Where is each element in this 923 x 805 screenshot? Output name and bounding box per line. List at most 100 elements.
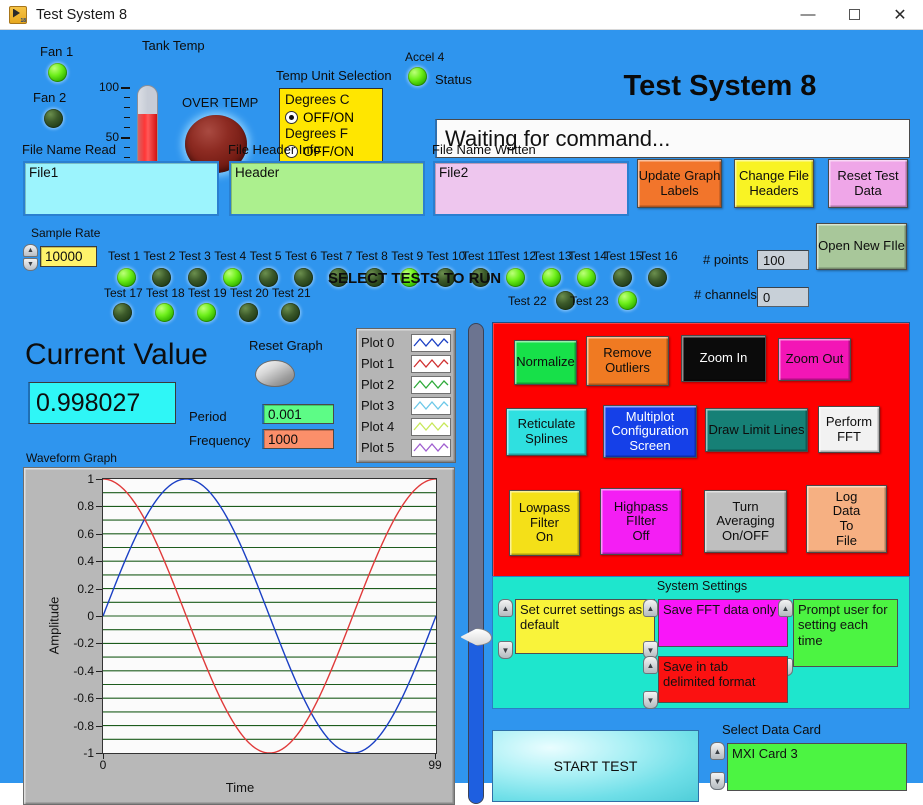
legend-swatch-2[interactable] xyxy=(411,375,451,394)
test-led-19[interactable] xyxy=(197,303,216,322)
test-led-12[interactable] xyxy=(506,268,526,287)
perform-fft-button[interactable]: Perform FFT xyxy=(818,406,880,453)
test-label-15: Test 15 xyxy=(603,249,643,263)
reset-graph-knob[interactable] xyxy=(255,360,314,414)
test-label-12: Test 12 xyxy=(497,249,537,263)
test-label-5: Test 5 xyxy=(249,249,282,263)
system-setting-prompt-user[interactable]: Prompt user for setting each time xyxy=(793,599,898,667)
multiplot-config-button[interactable]: Multiplot Configuration Screen xyxy=(603,405,697,458)
normalize-button[interactable]: Normalize xyxy=(514,340,577,385)
test-label-9: Test 9 xyxy=(391,249,424,263)
application-window: Test System 8 — ✕ Fan 1 Fan 2 Tank Temp … xyxy=(0,0,923,805)
setting1-down-icon[interactable]: ▼ xyxy=(498,641,513,659)
system-setting-fft-only[interactable]: Save FFT data only xyxy=(658,599,788,647)
title-bar: Test System 8 — ✕ xyxy=(0,0,923,30)
maximize-icon[interactable] xyxy=(831,0,877,30)
file-name-written-input[interactable]: File2 xyxy=(433,161,629,216)
select-tests-heading: SELECT TESTS TO RUN xyxy=(328,270,502,287)
lowpass-filter-button[interactable]: Lowpass Filter On xyxy=(509,490,580,556)
open-new-file-button[interactable]: Open New FIle xyxy=(816,223,907,270)
legend-swatch-3[interactable] xyxy=(411,396,451,415)
y-tick-3: 0.4 xyxy=(77,554,94,569)
draw-limit-lines-button[interactable]: Draw Limit Lines xyxy=(705,408,808,452)
slider-thumb[interactable] xyxy=(460,628,492,646)
test-led-2[interactable] xyxy=(152,268,172,287)
plot-legend[interactable]: Plot 0 Plot 1 Plot 2 Plot 3 Plot 4 Plot 5 xyxy=(356,328,456,463)
graph-scroll-slider[interactable] xyxy=(460,323,492,804)
minimize-icon[interactable]: — xyxy=(785,0,831,30)
over-temp-label: OVER TEMP xyxy=(182,95,259,110)
test-led-5[interactable] xyxy=(258,268,278,287)
test-led-1[interactable] xyxy=(117,268,136,287)
zoom-in-button[interactable]: Zoom In xyxy=(681,335,766,382)
points-input[interactable]: 100 xyxy=(757,250,809,270)
test-label-8: Test 8 xyxy=(355,249,388,263)
test-label-20: Test 20 xyxy=(230,286,269,300)
update-graph-labels-button[interactable]: Update Graph Labels xyxy=(637,159,722,208)
legend-row-3[interactable]: Plot 3 xyxy=(361,395,451,416)
thermo-tick-100: 100 xyxy=(98,80,119,94)
setting4-down-icon[interactable]: ▼ xyxy=(643,691,658,709)
setting1-up-icon[interactable]: ▲ xyxy=(498,599,513,617)
reset-test-data-button[interactable]: Reset Test Data xyxy=(828,159,908,208)
test-led-18[interactable] xyxy=(155,303,174,322)
test-led-16[interactable] xyxy=(648,268,667,287)
test-label-7: Test 7 xyxy=(320,249,353,263)
start-test-button[interactable]: START TEST xyxy=(492,730,699,802)
change-file-headers-button[interactable]: Change File Headers xyxy=(734,159,814,208)
legend-swatch-4[interactable] xyxy=(411,417,451,436)
turn-averaging-button[interactable]: Turn Averaging On/OFF xyxy=(704,490,787,553)
test-label-17: Test 17 xyxy=(104,286,143,300)
test-led-20[interactable] xyxy=(239,303,258,322)
system-setting-default[interactable]: Set curret settings as default xyxy=(515,599,655,654)
legend-swatch-0[interactable] xyxy=(411,333,451,352)
waveform-graph[interactable]: Amplitude Time 1 0.8 0.6 0.4 0.2 0 -0.2 -0.4 -0.… xyxy=(23,467,455,805)
fan1-led[interactable] xyxy=(48,63,67,82)
legend-row-5[interactable]: Plot 5 xyxy=(361,437,451,458)
test-led-15[interactable] xyxy=(612,268,632,287)
fan2-led[interactable] xyxy=(44,109,63,128)
data-card-up-icon[interactable]: ▲ xyxy=(710,742,725,760)
legend-row-4[interactable]: Plot 4 xyxy=(361,416,451,437)
legend-row-2[interactable]: Plot 2 xyxy=(361,374,451,395)
highpass-filter-button[interactable]: Highpass FIlter Off xyxy=(600,488,682,555)
file-name-read-input[interactable]: File1 xyxy=(23,161,219,216)
test-led-3[interactable] xyxy=(187,268,207,287)
degrees-f-heading: Degrees F xyxy=(285,126,349,141)
setting2-up-icon[interactable]: ▲ xyxy=(643,599,658,617)
log-data-to-file-button[interactable]: Log Data To File xyxy=(806,485,887,553)
legend-swatch-5[interactable] xyxy=(411,438,451,457)
legend-row-0[interactable]: Plot 0 xyxy=(361,332,451,353)
setting4-up-icon[interactable]: ▲ xyxy=(643,656,658,674)
test-label-11: Test 11 xyxy=(462,249,500,263)
sample-rate-input[interactable]: 10000 xyxy=(40,246,97,267)
setting3-up-icon[interactable]: ▲ xyxy=(778,599,793,617)
remove-outliers-button[interactable]: Remove Outliers xyxy=(586,336,669,386)
sample-rate-stepper[interactable]: ▲ ▼ xyxy=(23,244,38,271)
accel4-led[interactable] xyxy=(408,67,427,86)
degrees-c-option[interactable]: OFF/ON xyxy=(285,109,377,126)
period-input[interactable]: 0.001 xyxy=(262,404,334,424)
reticulate-splines-button[interactable]: Reticulate Splines xyxy=(506,408,587,456)
test-led-23[interactable] xyxy=(618,291,637,310)
frequency-input[interactable]: 1000 xyxy=(262,429,334,449)
channels-input[interactable]: 0 xyxy=(757,287,809,307)
file-header-info-input[interactable]: Header xyxy=(229,161,425,216)
test-led-17[interactable] xyxy=(113,303,132,322)
close-icon[interactable]: ✕ xyxy=(877,0,923,30)
test-led-14[interactable] xyxy=(577,268,597,287)
legend-swatch-1[interactable] xyxy=(411,354,451,373)
system-setting-tab-delimited[interactable]: Save in tab delimited format xyxy=(658,656,788,703)
data-card-select[interactable]: MXI Card 3 xyxy=(727,743,907,791)
test-led-4[interactable] xyxy=(223,268,243,287)
test-led-13[interactable] xyxy=(541,268,561,287)
test-led-6[interactable] xyxy=(294,268,313,287)
data-card-down-icon[interactable]: ▼ xyxy=(710,772,725,790)
zoom-out-button[interactable]: Zoom Out xyxy=(778,338,851,381)
legend-row-1[interactable]: Plot 1 xyxy=(361,353,451,374)
stepper-up-icon[interactable]: ▲ xyxy=(23,244,38,257)
stepper-down-icon[interactable]: ▼ xyxy=(23,258,38,271)
test-led-21[interactable] xyxy=(281,303,300,322)
y-tick-1: 0.8 xyxy=(77,499,94,514)
test-label-3: Test 3 xyxy=(178,249,211,263)
